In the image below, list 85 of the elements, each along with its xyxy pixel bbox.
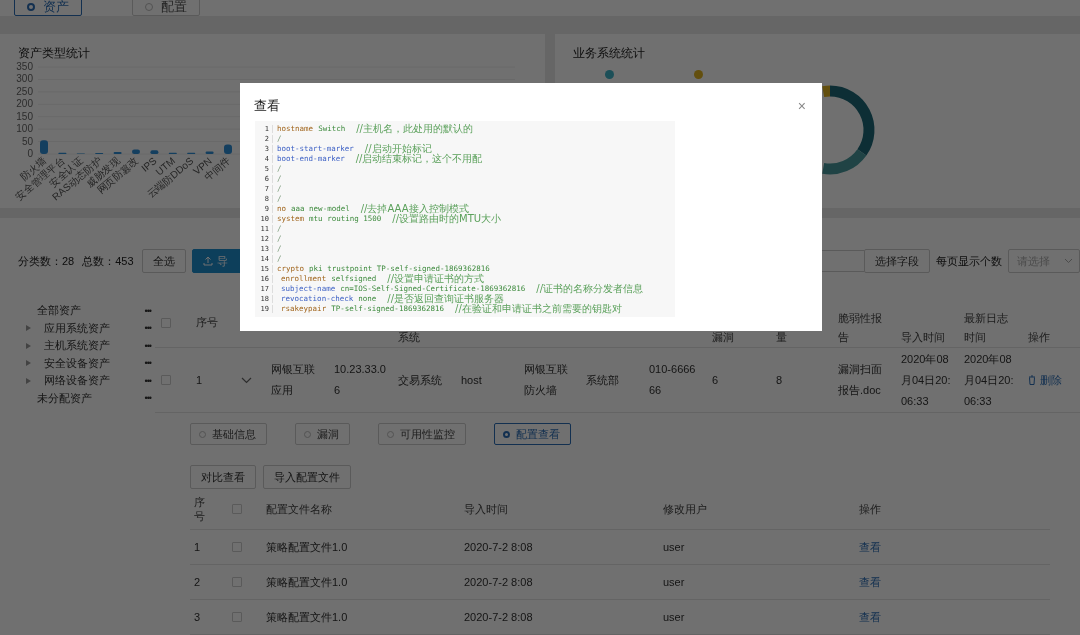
table-cell: 3 [190, 600, 228, 635]
column-header: 配置文件名称 [266, 502, 332, 516]
more-icon[interactable]: ••• [144, 358, 151, 369]
view-tab[interactable]: 资产 [14, 0, 82, 16]
detail-tab[interactable]: 漏洞 [295, 423, 350, 445]
column-header: 操作 [1022, 298, 1080, 348]
close-button[interactable]: × [795, 99, 808, 113]
table-cell: user [659, 565, 855, 600]
table-cell: 策略配置文件1.0 [262, 600, 460, 635]
bar [224, 144, 232, 154]
table-cell: 策略配置文件1.0 [262, 530, 460, 565]
table-cell: user [659, 530, 855, 565]
table-cell: 交易系统 [392, 348, 455, 413]
axis-label: 250 [16, 85, 33, 97]
delete-link[interactable]: 删除 [1028, 369, 1062, 391]
column-header: 序号 [194, 495, 206, 523]
column-header: 脆弱性报告 [832, 298, 895, 348]
table-cell: 策略配置文件1.0 [262, 565, 460, 600]
more-icon[interactable]: ••• [144, 393, 151, 404]
action-button[interactable]: 导入配置文件 [263, 465, 351, 489]
column-header: 导入时间 [464, 502, 508, 516]
chevron-down-icon [1064, 258, 1073, 264]
more-icon[interactable]: ••• [144, 340, 151, 351]
table-cell: 6 [706, 348, 770, 413]
column-header: 操作 [859, 502, 881, 516]
table-cell: 网银互联防火墙 [518, 348, 580, 413]
table-cell: 2020-7-2 8:08 [460, 530, 659, 565]
table-cell: 2020-7-2 8:08 [460, 600, 659, 635]
tree-item[interactable]: 应用系统资产 ••• [0, 319, 155, 337]
bar [150, 150, 159, 154]
column-header: 序号 [190, 298, 235, 348]
choose-fields-button[interactable]: 选择字段 [864, 249, 930, 273]
table-cell: 2020-7-2 8:08 [460, 565, 659, 600]
axis-label: 350 [16, 62, 33, 72]
bar [132, 149, 140, 154]
table-cell: 2020年08月04日20:06:33 [895, 348, 958, 413]
axis-label: 50 [21, 135, 33, 147]
bar [205, 151, 214, 154]
table-cell: 1 [190, 530, 228, 565]
more-icon[interactable]: ••• [144, 323, 151, 334]
select-all-button[interactable]: 全选 [141, 249, 186, 273]
tree-item[interactable]: 主机系统资产 ••• [0, 337, 155, 355]
detail-tab[interactable]: 基础信息 [190, 423, 267, 445]
table-cell: 2020年08月04日20:06:33 [958, 348, 1022, 413]
dialog-title: 查看 [254, 97, 280, 115]
tree-item[interactable]: 网络设备资产 ••• [0, 372, 155, 390]
table-cell: host [455, 348, 518, 413]
table-cell: 漏洞扫面报告.doc [832, 348, 895, 413]
view-tab[interactable]: 配置 [132, 0, 200, 16]
axis-label: 100 [16, 123, 33, 135]
card-title: 资产类型统计 [17, 45, 91, 62]
tree-item[interactable]: 未分配资产 ••• [0, 389, 155, 407]
table-cell: 系统部 [580, 348, 643, 413]
axis-label: 300 [16, 73, 33, 85]
total-count: 总数：453 [82, 253, 134, 269]
detail-tab[interactable]: 配置查看 [494, 423, 571, 445]
table-cell: 010-666666 [643, 348, 706, 413]
view-link[interactable]: 查看 [859, 609, 881, 625]
column-header: 最新日志时间 [958, 298, 1022, 348]
column-header: 导入时间 [895, 298, 958, 348]
upload-icon [202, 256, 213, 266]
table-cell: 网银互联应用 [265, 348, 328, 413]
tree-item[interactable]: 全部资产 ••• [0, 302, 155, 320]
column-header: 修改用户 [663, 502, 707, 516]
tree-item[interactable]: 安全设备资产 ••• [0, 354, 155, 372]
view-link[interactable]: 查看 [859, 539, 881, 555]
trash-icon [1028, 375, 1036, 385]
axis-label: 0 [27, 148, 33, 159]
table-cell: 2 [190, 565, 228, 600]
table-cell: 1 [190, 348, 235, 413]
view-link[interactable]: 查看 [859, 574, 881, 590]
more-icon[interactable]: ••• [144, 305, 151, 316]
category-count: 分类数：28 [18, 253, 75, 269]
action-button[interactable]: 对比查看 [190, 465, 256, 489]
table-cell: 8 [770, 348, 832, 413]
axis-label: 150 [16, 110, 33, 122]
detail-tab[interactable]: 可用性监控 [378, 423, 466, 445]
table-cell: user [659, 600, 855, 635]
chevron-down-icon [241, 376, 252, 384]
bar [40, 140, 48, 154]
axis-label: 200 [16, 98, 33, 110]
more-icon[interactable]: ••• [144, 375, 151, 386]
table-cell: 10.23.33.06 [328, 348, 392, 413]
card-title: 业务系统统计 [572, 45, 646, 62]
page-size-label: 每页显示个数 [936, 253, 1002, 269]
